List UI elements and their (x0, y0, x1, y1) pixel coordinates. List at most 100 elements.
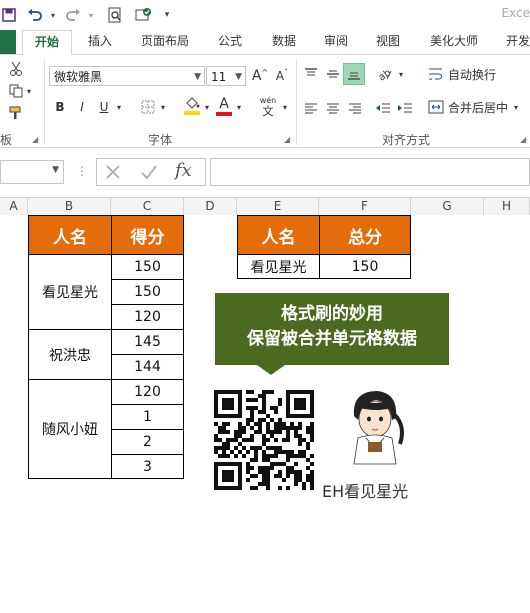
tab-home[interactable]: 开始 (22, 30, 72, 56)
increase-font-size-button[interactable]: A ^ (250, 66, 270, 86)
score-cell[interactable]: 1 (111, 404, 184, 430)
increase-indent-icon[interactable] (394, 97, 416, 119)
font-name-value: 微软雅黑 (54, 70, 103, 84)
column-headers: A B C D E F G H (0, 197, 530, 216)
column-header-d[interactable]: D (184, 198, 237, 215)
font-color-button[interactable]: A (214, 95, 234, 117)
score-cell[interactable]: 120 (111, 304, 184, 330)
font-size-combo[interactable]: 11 ▼ (206, 66, 246, 86)
score-cell[interactable]: 2 (111, 429, 184, 455)
tab-insert[interactable]: 插入 (76, 30, 124, 54)
bottom-align-icon[interactable] (343, 63, 365, 85)
column-header-g[interactable]: G (411, 198, 484, 215)
borders-dropdown-icon[interactable]: ▾ (158, 100, 168, 114)
qr-code-image (210, 386, 318, 494)
clipboard-group-label: 板 (0, 133, 13, 147)
fill-color-dropdown-icon[interactable]: ▾ (202, 100, 212, 114)
tab-page-layout[interactable]: 页面布局 (134, 30, 196, 54)
tab-data[interactable]: 数据 (262, 30, 306, 54)
merged-name-cell[interactable]: 祝洪忠 (28, 329, 112, 380)
align-right-icon[interactable] (344, 97, 366, 119)
table2-name-cell[interactable]: 看见星光 (237, 254, 320, 279)
title-banner: 格式刷的妙用 保留被合并单元格数据 (215, 293, 449, 365)
orientation-dropdown-icon[interactable]: ▾ (396, 67, 406, 81)
column-header-e[interactable]: E (237, 198, 319, 215)
customize-qat-icon[interactable]: ▾ (158, 6, 176, 24)
decrease-font-size-button[interactable]: Aˇ (272, 66, 292, 86)
copy-icon[interactable] (6, 81, 26, 101)
merge-center-button[interactable]: 合并后居中 ▾ (428, 97, 526, 117)
clipboard-launcher-icon[interactable]: ◢ (32, 135, 38, 144)
name-box[interactable]: ▼ (0, 160, 64, 184)
table2-header-name[interactable]: 人名 (237, 215, 320, 255)
merged-name-cell[interactable]: 看见星光 (28, 254, 112, 330)
tab-beautify-master[interactable]: 美化大师 (422, 30, 486, 54)
tab-view[interactable]: 视图 (366, 30, 410, 54)
fill-color-bar (184, 111, 200, 115)
separator (296, 59, 297, 145)
column-header-b[interactable]: B (28, 198, 111, 215)
spellcheck-icon[interactable] (134, 6, 152, 24)
italic-button[interactable]: I (74, 97, 90, 117)
banner-line-1: 格式刷的妙用 (281, 304, 383, 324)
score-cell[interactable]: 120 (111, 379, 184, 405)
paint-bucket-icon (186, 97, 200, 109)
undo-icon[interactable] (26, 6, 44, 24)
cut-icon[interactable] (6, 59, 26, 79)
underline-button[interactable]: U (96, 97, 112, 117)
copy-dropdown-icon[interactable]: ▾ (24, 85, 34, 97)
alignment-group-label: 对齐方式 (382, 133, 431, 147)
wrap-text-button[interactable]: 自动换行 (428, 64, 518, 84)
table1-header-score[interactable]: 得分 (111, 215, 184, 255)
undo-dropdown-icon[interactable]: ▾ (44, 6, 62, 24)
decrease-font-label: A (275, 69, 285, 83)
banner-pointer (257, 365, 285, 375)
align-left-icon[interactable] (300, 97, 322, 119)
column-header-f[interactable]: F (319, 198, 411, 215)
enter-check-icon[interactable] (139, 162, 161, 182)
save-icon[interactable] (0, 6, 18, 24)
orientation-icon[interactable]: ab (374, 63, 396, 85)
alignment-launcher-icon[interactable]: ◢ (520, 135, 526, 144)
redo-icon[interactable] (64, 6, 82, 24)
phonetic-guide-button[interactable]: wén 文 (256, 93, 280, 119)
phonetic-dropdown-icon[interactable]: ▾ (280, 100, 290, 114)
table1-header-name[interactable]: 人名 (28, 215, 112, 255)
column-header-h[interactable]: H (484, 198, 530, 215)
font-launcher-icon[interactable]: ◢ (284, 135, 290, 144)
decrease-indent-icon[interactable] (372, 97, 394, 119)
score-cell[interactable]: 150 (111, 279, 184, 305)
app-title: Exce (501, 6, 530, 20)
redo-dropdown-icon[interactable]: ▾ (82, 6, 100, 24)
file-tab[interactable] (0, 30, 16, 54)
insert-function-button[interactable]: fx (175, 160, 199, 184)
table2-header-total[interactable]: 总分 (319, 215, 411, 255)
font-color-dropdown-icon[interactable]: ▾ (234, 100, 244, 114)
print-preview-icon[interactable] (106, 6, 124, 24)
bold-button[interactable]: B (52, 97, 68, 117)
chevron-down-icon: ▼ (235, 72, 242, 82)
tab-developer[interactable]: 开发 (498, 30, 530, 54)
merged-name-cell[interactable]: 随风小妞 (28, 379, 112, 479)
chevron-down-icon: ▼ (52, 165, 59, 175)
font-name-combo[interactable]: 微软雅黑 ▼ (49, 66, 205, 86)
table2-total-cell[interactable]: 150 (319, 254, 411, 279)
score-cell[interactable]: 150 (111, 254, 184, 280)
score-cell[interactable]: 144 (111, 354, 184, 380)
formula-input[interactable] (210, 158, 530, 186)
cancel-icon[interactable] (103, 162, 125, 182)
score-cell[interactable]: 3 (111, 454, 184, 479)
middle-align-icon[interactable] (322, 63, 344, 85)
column-header-a[interactable]: A (0, 198, 28, 215)
column-header-c[interactable]: C (111, 198, 184, 215)
fill-color-button[interactable] (182, 95, 202, 117)
format-painter-icon[interactable] (6, 103, 26, 123)
tab-formulas[interactable]: 公式 (208, 30, 252, 54)
tab-review[interactable]: 审阅 (314, 30, 358, 54)
underline-dropdown-icon[interactable]: ▾ (114, 100, 124, 114)
score-cell[interactable]: 145 (111, 329, 184, 355)
merge-cells-icon (428, 100, 444, 114)
top-align-icon[interactable] (300, 63, 322, 85)
borders-icon[interactable] (138, 97, 158, 117)
align-center-icon[interactable] (322, 97, 344, 119)
